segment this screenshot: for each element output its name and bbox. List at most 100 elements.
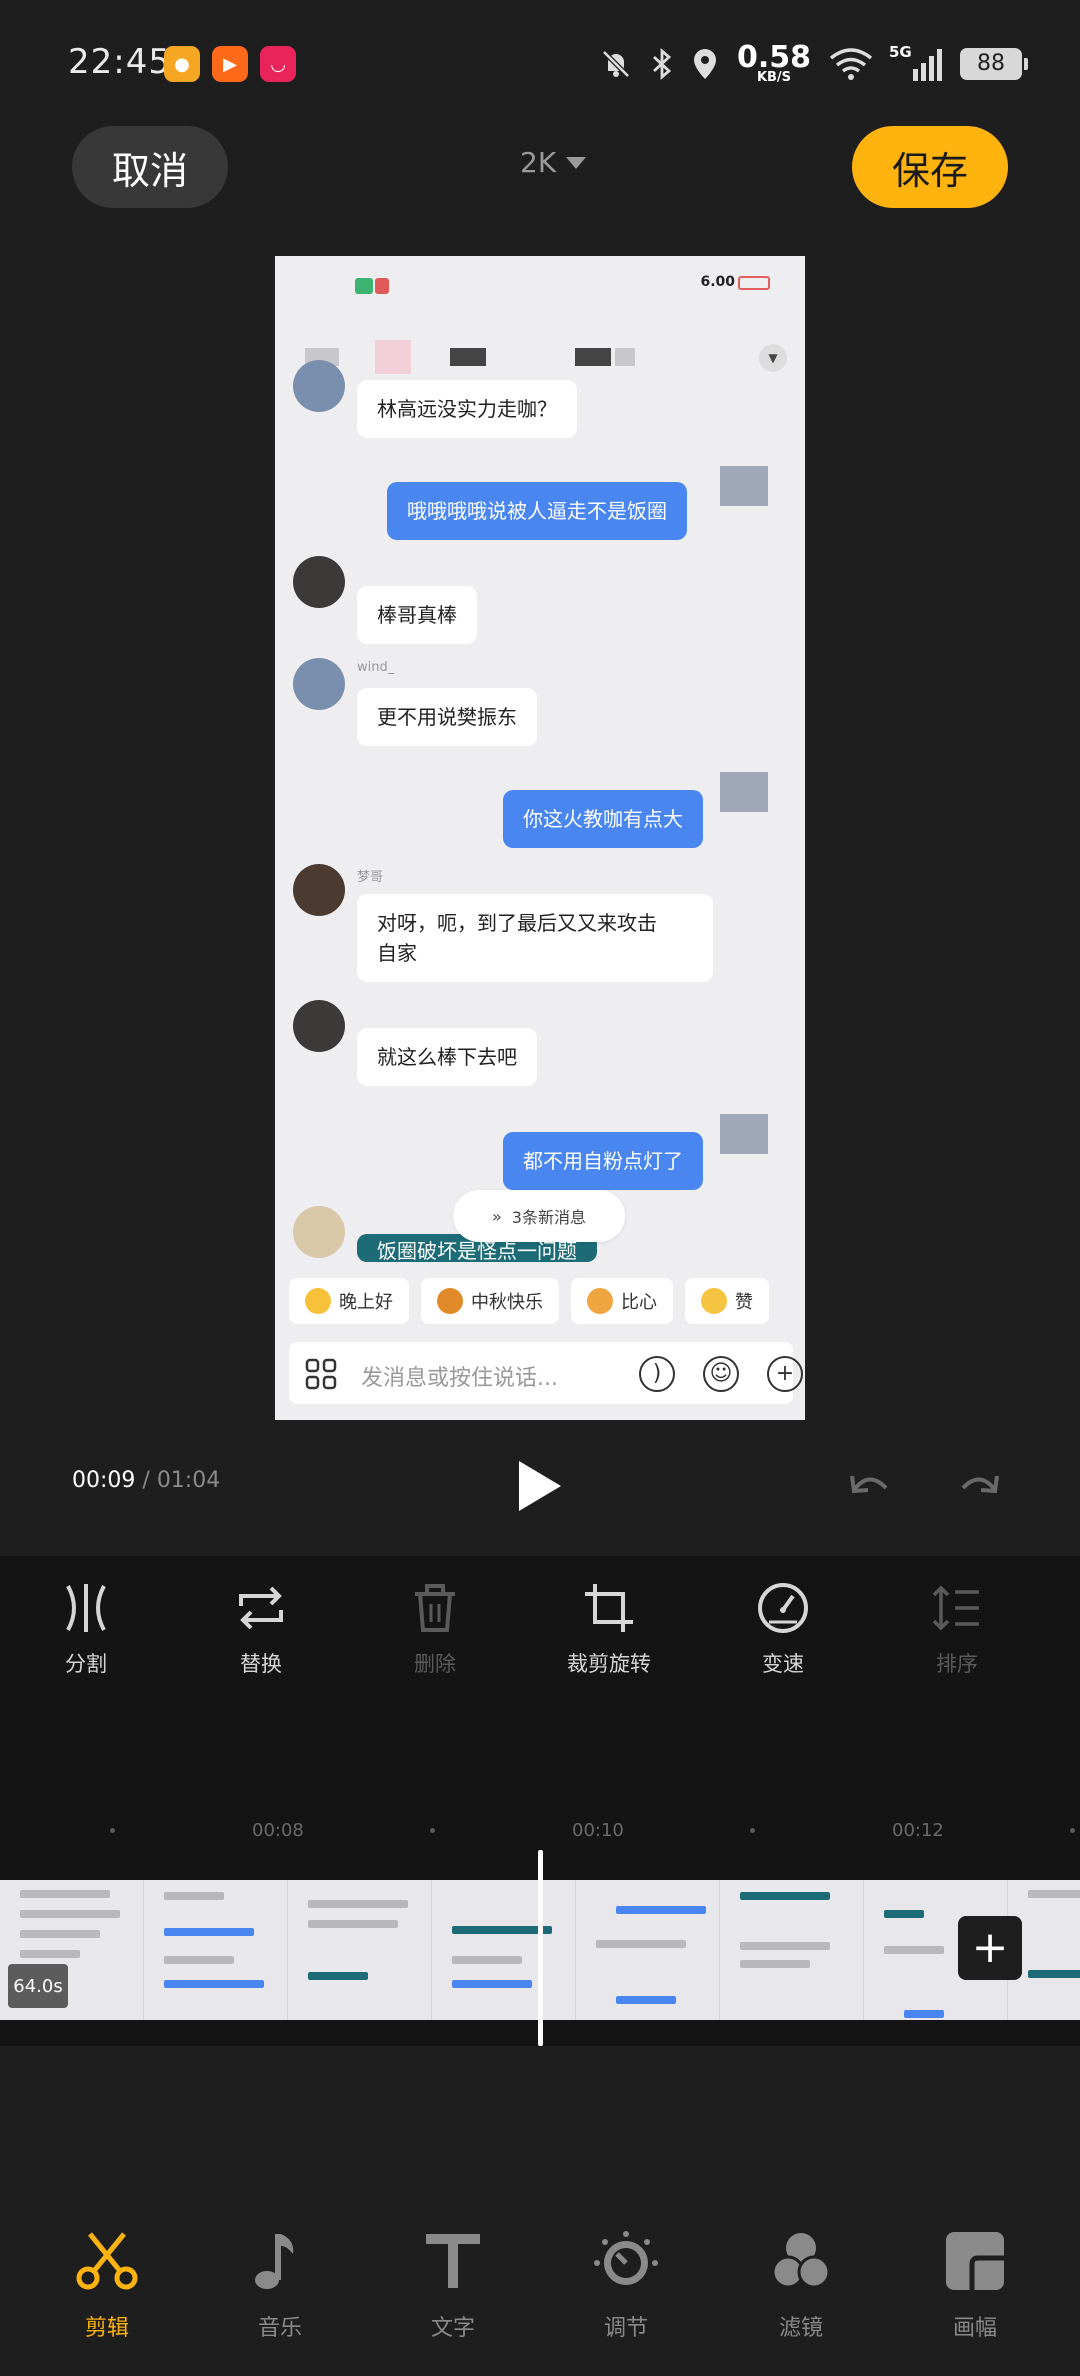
plus-icon: + xyxy=(767,1356,803,1392)
kuaishou-icon: ▶ xyxy=(212,46,248,82)
preview-net-speed: 6.00 xyxy=(700,274,735,290)
tool-replace[interactable]: 替换 xyxy=(186,1580,336,1690)
net-speed: 0.58 KB/S xyxy=(736,39,811,85)
nav-music[interactable]: 音乐 xyxy=(205,2228,355,2342)
filter-icon xyxy=(771,2233,831,2289)
quick-reply: 中秋快乐 xyxy=(421,1278,559,1324)
location-icon xyxy=(693,49,716,79)
message-bubble: 对呀，呃，到了最后又又来攻击 自家 xyxy=(357,894,713,982)
nav-text[interactable]: 文字 xyxy=(378,2228,528,2342)
chevron-down-icon xyxy=(566,156,587,169)
quick-reply: 晚上好 xyxy=(289,1278,409,1324)
preview-status-bar: 6.00 xyxy=(275,256,805,296)
resolution-selector[interactable]: 2K xyxy=(520,146,587,179)
mooncake-emoji-icon xyxy=(437,1288,463,1314)
message-bubble: 就这么棒下去吧 xyxy=(357,1028,537,1086)
chat-input-placeholder: 发消息或按住说话... xyxy=(361,1366,558,1391)
nav-adjust[interactable]: 调节 xyxy=(551,2228,701,2342)
mute-icon xyxy=(602,50,630,78)
sender-name: 梦哥 xyxy=(357,870,384,885)
heart-hands-emoji-icon xyxy=(587,1288,613,1314)
plus-icon: + xyxy=(971,1922,1009,1973)
chevron-down-icon: » xyxy=(492,1206,502,1226)
quick-reply: 比心 xyxy=(571,1278,673,1324)
add-clip-button[interactable]: + xyxy=(958,1916,1022,1980)
tool-sort[interactable]: 排序 xyxy=(882,1580,1032,1690)
sender-name: wind_ xyxy=(357,660,395,675)
preview-battery xyxy=(738,276,770,290)
total-time: 01:04 xyxy=(156,1468,221,1493)
cancel-button[interactable]: 取消 xyxy=(72,126,228,208)
ruler-tick: 00:08 xyxy=(252,1820,304,1841)
save-button[interactable]: 保存 xyxy=(852,126,1008,208)
play-icon[interactable] xyxy=(515,1458,565,1514)
wifi-icon xyxy=(829,48,873,80)
avatar xyxy=(293,864,345,916)
nav-filter[interactable]: 滤镜 xyxy=(726,2228,876,2342)
undo-icon[interactable] xyxy=(844,1460,894,1510)
quick-reply: 赞 xyxy=(685,1278,769,1324)
status-indicators: 0.58 KB/S 5G 88 xyxy=(599,39,1028,88)
tool-split[interactable]: 分割 xyxy=(11,1580,161,1690)
resolution-label: 2K xyxy=(520,146,557,179)
avatar xyxy=(293,658,345,710)
cellular-signal: 5G xyxy=(889,43,942,81)
message-bubble: 你这火教咖有点大 xyxy=(503,790,703,848)
message-bubble: 都不用自粉点灯了 xyxy=(503,1132,703,1190)
clip-thumbnail xyxy=(144,1880,288,2020)
chat-header: ▼ xyxy=(275,326,805,386)
music-note-icon xyxy=(255,2234,294,2289)
redo-icon[interactable] xyxy=(955,1460,1005,1510)
tool-delete[interactable]: 删除 xyxy=(360,1580,510,1690)
split-icon xyxy=(66,1584,106,1632)
nav-canvas[interactable]: 画幅 xyxy=(900,2228,1050,2342)
app-icon: ◡ xyxy=(260,46,296,82)
avatar xyxy=(293,1000,345,1052)
video-preview[interactable]: 6.00 ▼ 林高远没实力走咖？ 哦哦哦哦说被人逼走不是饭圈 棒哥真棒 wind… xyxy=(275,256,805,1420)
replace-icon xyxy=(239,1586,283,1630)
scissors-icon xyxy=(76,2232,138,2290)
voice-icon: ) xyxy=(639,1356,675,1392)
clip-thumbnail xyxy=(432,1880,576,2020)
chat-input-bar: 发消息或按住说话... ) ☺ + xyxy=(289,1342,803,1404)
message-bubble: 林高远没实力走咖？ xyxy=(357,380,577,438)
tool-speed[interactable]: 变速 xyxy=(708,1580,858,1690)
status-bar: 22:45 ● ▶ ◡ 0.58 KB/S 5G 88 xyxy=(0,0,1080,130)
current-time: 00:09 xyxy=(72,1468,136,1493)
nav-edit[interactable]: 剪辑 xyxy=(32,2228,182,2342)
quick-replies: 晚上好 中秋快乐 比心 赞 xyxy=(289,1278,769,1324)
new-messages-pill: » 3条新消息 xyxy=(453,1190,625,1242)
crop-icon xyxy=(585,1584,633,1632)
status-time: 22:45 xyxy=(68,42,171,82)
text-icon xyxy=(426,2234,480,2288)
ruler-dot xyxy=(1070,1828,1075,1833)
tool-crop-rotate[interactable]: 裁剪旋转 xyxy=(534,1580,684,1690)
playhead[interactable] xyxy=(538,1850,543,2046)
ruler-dot xyxy=(750,1828,755,1833)
clip-thumbnail xyxy=(288,1880,432,2020)
avatar xyxy=(293,556,345,608)
sort-icon xyxy=(932,1585,979,1631)
weibo-icon: ● xyxy=(164,46,200,82)
ruler-dot xyxy=(430,1828,435,1833)
aspect-ratio-icon xyxy=(946,2232,1004,2290)
ruler-tick: 00:10 xyxy=(572,1820,624,1841)
delete-icon xyxy=(415,1584,455,1632)
message-bubble: 棒哥真棒 xyxy=(357,586,477,644)
battery-indicator: 88 xyxy=(960,48,1028,80)
message-bubble: 更不用说樊振东 xyxy=(357,688,537,746)
avatar xyxy=(293,1206,345,1258)
speed-icon xyxy=(758,1583,808,1633)
bluetooth-icon xyxy=(653,47,672,81)
clip-thumbnail xyxy=(720,1880,864,2020)
message-bubble: 哦哦哦哦说被人逼走不是饭圈 xyxy=(387,482,687,540)
playback-timecode: 00:09 / 01:04 xyxy=(72,1468,221,1493)
thumbs-up-emoji-icon xyxy=(701,1288,727,1314)
apps-grid-icon xyxy=(305,1358,337,1390)
adjust-dial-icon xyxy=(594,2231,658,2285)
ruler-dot xyxy=(110,1828,115,1833)
ruler-tick: 00:12 xyxy=(892,1820,944,1841)
star-emoji-icon xyxy=(305,1288,331,1314)
emoji-icon: ☺ xyxy=(703,1356,739,1392)
clip-thumbnail xyxy=(576,1880,720,2020)
